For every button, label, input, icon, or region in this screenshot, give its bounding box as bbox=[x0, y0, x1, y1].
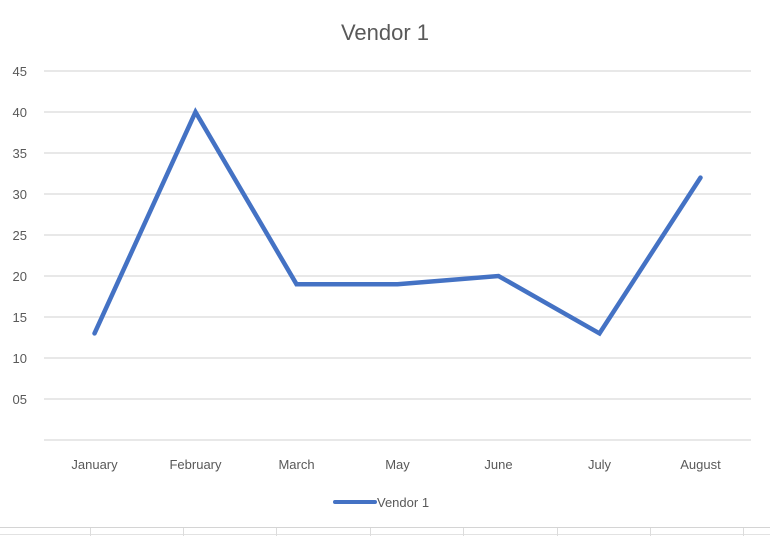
x-tick-label: June bbox=[484, 457, 512, 472]
y-tick-label: 25 bbox=[13, 228, 27, 243]
x-axis: January February March May June July August bbox=[71, 457, 721, 472]
y-axis: 05 10 15 20 25 30 35 40 45 bbox=[13, 64, 27, 407]
y-tick-label: 15 bbox=[13, 310, 27, 325]
x-tick-label: August bbox=[680, 457, 721, 472]
y-tick-label: 45 bbox=[13, 64, 27, 79]
series-line-vendor-1[interactable] bbox=[92, 107, 703, 337]
gridlines bbox=[44, 70, 751, 441]
x-tick-label: February bbox=[169, 457, 222, 472]
y-tick-label: 35 bbox=[13, 146, 27, 161]
x-tick-label: March bbox=[278, 457, 314, 472]
line-chart: Vendor 1 05 10 15 20 25 30 35 40 45 January Febru… bbox=[13, 20, 751, 510]
y-tick-label: 30 bbox=[13, 187, 27, 202]
y-tick-label: 40 bbox=[13, 105, 27, 120]
x-tick-label: July bbox=[588, 457, 612, 472]
legend[interactable]: Vendor 1 bbox=[333, 495, 429, 510]
series-layer bbox=[92, 107, 703, 337]
y-tick-label: 10 bbox=[13, 351, 27, 366]
y-tick-label: 20 bbox=[13, 269, 27, 284]
x-tick-label: January bbox=[71, 457, 118, 472]
legend-label-vendor-1: Vendor 1 bbox=[377, 495, 429, 510]
x-tick-label: May bbox=[385, 457, 410, 472]
spreadsheet-grid-edge bbox=[0, 527, 770, 536]
chart-title: Vendor 1 bbox=[341, 20, 429, 45]
y-tick-label: 05 bbox=[13, 392, 27, 407]
